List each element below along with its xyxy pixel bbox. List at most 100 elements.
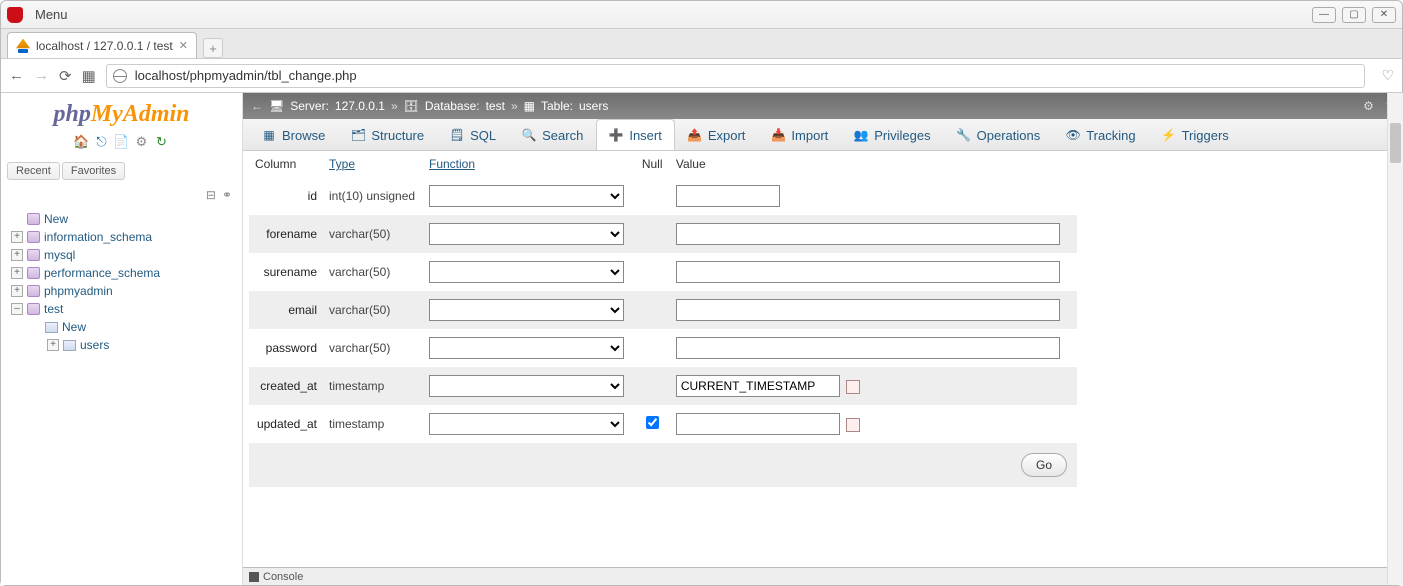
tab-export[interactable]: 📤Export <box>675 119 759 150</box>
value-input[interactable] <box>676 337 1060 359</box>
menu-button[interactable]: Menu <box>29 5 74 24</box>
expander-icon[interactable]: + <box>11 249 23 261</box>
page-settings-gear-icon[interactable]: ⚙ <box>1363 99 1374 113</box>
tree-db-performance-schema[interactable]: + performance_schema <box>7 264 236 282</box>
collapse-icon[interactable]: ⊟ <box>206 188 216 202</box>
tree-new-database[interactable]: New <box>7 210 236 228</box>
function-select[interactable] <box>429 185 624 207</box>
expander-collapse-icon[interactable]: – <box>11 303 23 315</box>
tree-new-table[interactable]: New <box>7 318 236 336</box>
console-bar[interactable]: Console <box>243 567 1402 585</box>
expander-icon[interactable]: + <box>11 231 23 243</box>
column-type: varchar(50) <box>323 291 423 329</box>
browser-window: Menu — ▢ ✕ localhost / 127.0.0.1 / test … <box>0 0 1403 586</box>
globe-icon <box>113 69 127 83</box>
tree-item-label: information_schema <box>44 230 152 244</box>
tab-operations[interactable]: 🔧Operations <box>944 119 1054 150</box>
insert-row: created_attimestamp <box>249 367 1077 405</box>
scrollbar-thumb[interactable] <box>1390 123 1401 163</box>
tab-label: Insert <box>629 128 662 143</box>
calendar-icon[interactable] <box>846 380 860 394</box>
settings-gear-icon[interactable]: ⚙ <box>134 134 150 150</box>
tab-tracking[interactable]: 👁Tracking <box>1053 119 1148 150</box>
tab-search[interactable]: 🔍Search <box>509 119 596 150</box>
column-type: varchar(50) <box>323 253 423 291</box>
main-tabs: ▦Browse 🗂Structure 🗒SQL 🔍Search ➕Insert … <box>243 119 1402 151</box>
function-select[interactable] <box>429 299 624 321</box>
favorites-button[interactable]: Favorites <box>62 162 125 180</box>
link-icon[interactable]: ⚭ <box>222 188 232 202</box>
expander-icon[interactable]: + <box>47 339 59 351</box>
function-select[interactable] <box>429 413 624 435</box>
go-button[interactable]: Go <box>1021 453 1067 477</box>
nav-collapse-arrow-icon[interactable]: ← <box>251 99 263 113</box>
breadcrumb-separator: » <box>511 99 518 113</box>
reload-nav-icon[interactable]: ↻ <box>154 134 170 150</box>
bookmark-heart-icon[interactable]: ♡ <box>1381 67 1394 84</box>
header-function[interactable]: Function <box>423 151 636 177</box>
tab-import[interactable]: 📥Import <box>758 119 841 150</box>
calendar-icon[interactable] <box>846 418 860 432</box>
reload-icon[interactable]: ⟳ <box>59 67 72 85</box>
tab-triggers[interactable]: ⚡Triggers <box>1149 119 1242 150</box>
tab-structure[interactable]: 🗂Structure <box>338 119 437 150</box>
header-column: Column <box>249 151 323 177</box>
insert-row: updated_attimestamp <box>249 405 1077 443</box>
column-value-cell <box>670 329 1077 367</box>
minimize-button[interactable]: — <box>1312 7 1336 23</box>
value-input[interactable] <box>676 261 1060 283</box>
column-null-cell <box>636 177 670 215</box>
value-input[interactable] <box>676 223 1060 245</box>
phpmyadmin-logo[interactable]: phpMyAdmin <box>1 95 242 130</box>
breadcrumb-table-link[interactable]: users <box>579 99 608 113</box>
value-input[interactable] <box>676 413 840 435</box>
tree-db-information-schema[interactable]: + information_schema <box>7 228 236 246</box>
tab-browse[interactable]: ▦Browse <box>249 119 338 150</box>
value-input[interactable] <box>676 375 840 397</box>
vertical-scrollbar[interactable] <box>1387 93 1403 585</box>
breadcrumb-database-link[interactable]: test <box>486 99 505 113</box>
tree-item-label: mysql <box>44 248 75 262</box>
address-input[interactable] <box>133 66 1359 85</box>
column-null-cell <box>636 215 670 253</box>
docs-icon[interactable]: 📄 <box>114 134 130 150</box>
tree-db-mysql[interactable]: + mysql <box>7 246 236 264</box>
function-select[interactable] <box>429 261 624 283</box>
nav-forward-icon[interactable]: → <box>34 67 49 84</box>
apps-icon[interactable]: ▦ <box>82 67 96 85</box>
function-select[interactable] <box>429 223 624 245</box>
tree-db-test[interactable]: – test <box>7 300 236 318</box>
column-value-cell <box>670 177 1077 215</box>
main-panel: ← 🖥 Server: 127.0.0.1 » 🗄 Database: test… <box>243 93 1402 585</box>
tab-privileges[interactable]: 👥Privileges <box>841 119 943 150</box>
breadcrumb-server-link[interactable]: 127.0.0.1 <box>335 99 385 113</box>
recent-button[interactable]: Recent <box>7 162 60 180</box>
tab-label: Browse <box>282 128 325 143</box>
tree-db-phpmyadmin[interactable]: + phpmyadmin <box>7 282 236 300</box>
browser-tab[interactable]: localhost / 127.0.0.1 / test ✕ <box>7 32 197 58</box>
column-type: varchar(50) <box>323 329 423 367</box>
tab-sql[interactable]: 🗒SQL <box>437 119 509 150</box>
function-select[interactable] <box>429 375 624 397</box>
new-tab-button[interactable]: + <box>203 38 223 58</box>
insert-table: Column Type Function Null Value idint(10… <box>249 151 1077 443</box>
null-checkbox[interactable] <box>646 416 659 429</box>
home-icon[interactable]: 🏠 <box>74 134 90 150</box>
expander-icon[interactable]: + <box>11 285 23 297</box>
nav-collapse-row: ⊟ ⚭ <box>1 184 242 206</box>
value-input[interactable] <box>676 299 1060 321</box>
tree-table-users[interactable]: + users <box>7 336 236 354</box>
nav-back-icon[interactable]: ← <box>9 67 24 84</box>
go-row: Go <box>249 443 1077 487</box>
close-window-button[interactable]: ✕ <box>1372 7 1396 23</box>
value-input[interactable] <box>676 185 780 207</box>
header-type[interactable]: Type <box>323 151 423 177</box>
expander-icon[interactable]: + <box>11 267 23 279</box>
column-name: email <box>249 291 323 329</box>
maximize-button[interactable]: ▢ <box>1342 7 1366 23</box>
tab-insert[interactable]: ➕Insert <box>596 119 675 150</box>
tab-close-icon[interactable]: ✕ <box>179 39 188 52</box>
function-select[interactable] <box>429 337 624 359</box>
column-value-cell <box>670 367 1077 405</box>
logout-icon[interactable]: ⎋ <box>94 134 110 150</box>
